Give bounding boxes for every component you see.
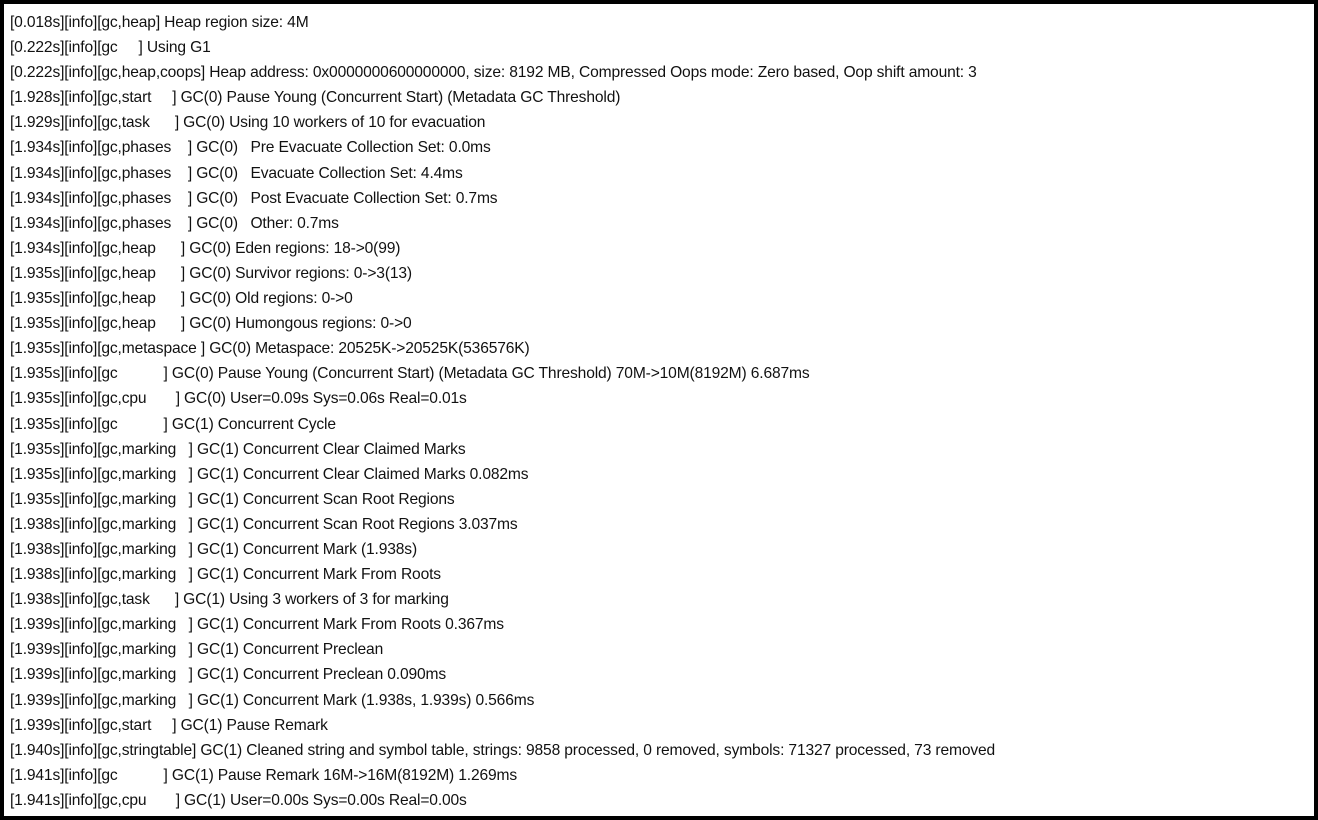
log-line: [1.935s][info][gc,marking ] GC(1) Concur… (10, 490, 455, 508)
log-line: [1.935s][info][gc,heap ] GC(0) Humongous… (10, 315, 412, 333)
log-line: [1.938s][info][gc,task ] GC(1) Using 3 w… (10, 591, 449, 609)
log-line: [1.939s][info][gc,marking ] GC(1) Concur… (10, 691, 535, 709)
log-line: [1.935s][info][gc,heap ] GC(0) Old regio… (10, 290, 353, 308)
log-line: [1.934s][info][gc,phases ] GC(0) Pre Eva… (10, 139, 491, 157)
log-line: [0.222s][info][gc ] Using G1 (10, 39, 211, 57)
log-line: [1.935s][info][gc,marking ] GC(1) Concur… (10, 465, 529, 483)
log-line: [1.935s][info][gc ] GC(0) Pause Young (C… (10, 365, 810, 383)
log-line: [0.018s][info][gc,heap] Heap region size… (10, 14, 309, 31)
log-line: [1.938s][info][gc,marking ] GC(1) Concur… (10, 515, 518, 533)
log-line: [1.940s][info][gc,stringtable] GC(1) Cle… (10, 741, 996, 759)
log-line: [1.935s][info][gc,heap ] GC(0) Survivor … (10, 264, 412, 282)
log-line: [1.939s][info][gc,marking ] GC(1) Concur… (10, 641, 384, 659)
log-line: [1.934s][info][gc,heap ] GC(0) Eden regi… (10, 239, 401, 257)
log-line: [1.938s][info][gc,marking ] GC(1) Concur… (10, 540, 417, 558)
log-line: [1.935s][info][gc,metaspace ] GC(0) Meta… (10, 340, 530, 358)
log-line: [1.934s][info][gc,phases ] GC(0) Other: … (10, 214, 339, 232)
log-line: [1.941s][info][gc,cpu ] GC(1) User=0.00s… (10, 791, 467, 809)
log-line: [1.941s][info][gc ] GC(1) Pause Remark 1… (10, 766, 518, 784)
log-line: [1.939s][info][gc,marking ] GC(1) Concur… (10, 666, 447, 684)
log-line: [1.938s][info][gc,marking ] GC(1) Concur… (10, 566, 441, 584)
log-line: [1.939s][info][gc,start ] GC(1) Pause Re… (10, 716, 328, 734)
log-line: [1.928s][info][gc,start ] GC(0) Pause Yo… (10, 89, 621, 107)
log-line: [1.935s][info][gc,marking ] GC(1) Concur… (10, 440, 466, 458)
log-line: [1.929s][info][gc,task ] GC(0) Using 10 … (10, 114, 486, 132)
log-line: [1.939s][info][gc,marking ] GC(1) Concur… (10, 616, 504, 634)
log-line: [1.934s][info][gc,phases ] GC(0) Post Ev… (10, 189, 498, 207)
log-line: [1.935s][info][gc ] GC(1) Concurrent Cyc… (10, 415, 336, 433)
gc-log-list: [0.018s][info][gc,heap] Heap region size… (10, 10, 1310, 813)
log-line: [1.934s][info][gc,phases ] GC(0) Evacuat… (10, 164, 463, 182)
log-output-panel: [0.018s][info][gc,heap] Heap region size… (0, 0, 1318, 820)
log-line: [1.935s][info][gc,cpu ] GC(0) User=0.09s… (10, 390, 467, 408)
log-line: [0.222s][info][gc,heap,coops] Heap addre… (10, 64, 977, 82)
